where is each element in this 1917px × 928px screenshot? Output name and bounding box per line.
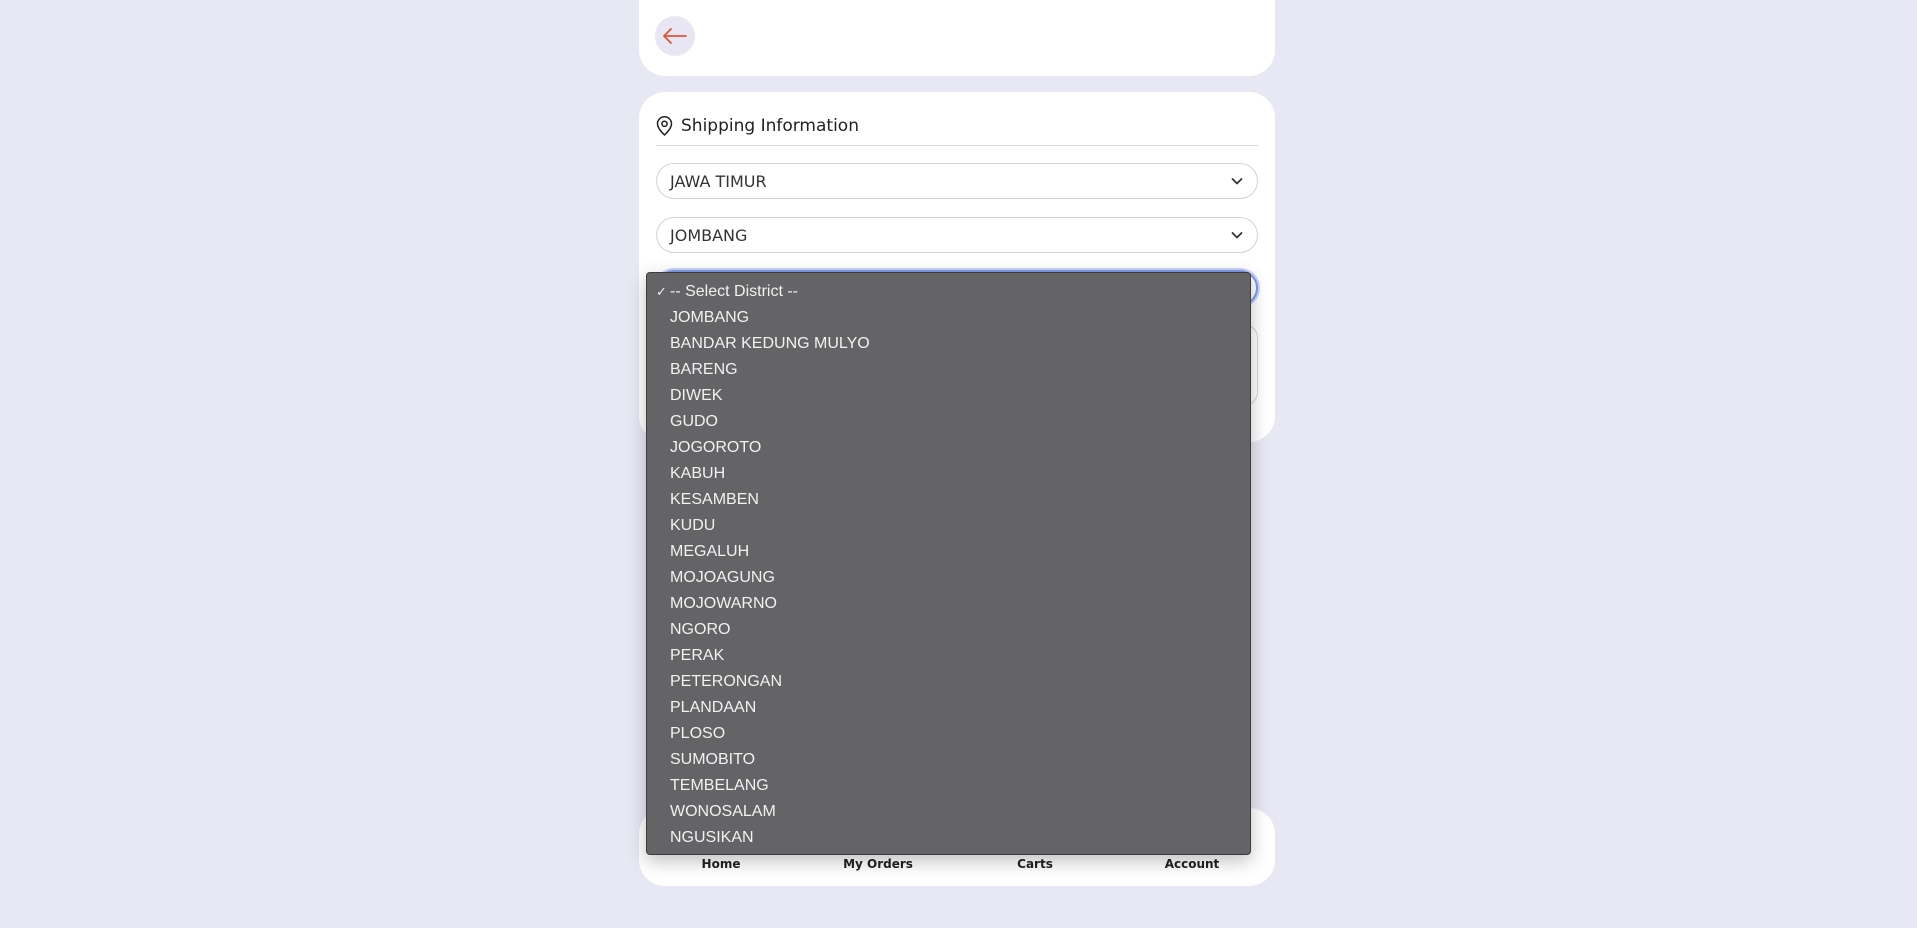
shipping-header: Shipping Information	[656, 106, 1258, 146]
district-option[interactable]: GUDO	[647, 409, 1250, 435]
district-option[interactable]: JOGOROTO	[647, 435, 1250, 461]
district-dropdown-list[interactable]: ✓ -- Select District -- JOMBANG BANDAR K…	[646, 272, 1251, 855]
chevron-down-icon	[1231, 178, 1243, 185]
district-option[interactable]: DIWEK	[647, 383, 1250, 409]
chevron-down-icon	[1231, 232, 1243, 239]
divider	[656, 145, 1258, 146]
district-option[interactable]: SUMOBITO	[647, 747, 1250, 773]
district-option[interactable]: PLOSO	[647, 721, 1250, 747]
back-button[interactable]	[655, 16, 695, 56]
district-option[interactable]: NGUSIKAN	[647, 825, 1250, 851]
district-option[interactable]: MEGALUH	[647, 539, 1250, 565]
option-label: -- Select District --	[670, 283, 798, 300]
province-select[interactable]: JAWA TIMUR	[656, 163, 1258, 199]
province-value: JAWA TIMUR	[670, 171, 767, 191]
nav-carts[interactable]: Carts	[1017, 857, 1053, 871]
nav-home[interactable]: Home	[702, 857, 741, 871]
nav-account[interactable]: Account	[1165, 857, 1220, 871]
header-card	[639, 0, 1275, 76]
district-option[interactable]: PLANDAAN	[647, 695, 1250, 721]
district-option[interactable]: BANDAR KEDUNG MULYO	[647, 331, 1250, 357]
shipping-title: Shipping Information	[681, 116, 859, 136]
district-option[interactable]: MOJOWARNO	[647, 591, 1250, 617]
district-option[interactable]: NGORO	[647, 617, 1250, 643]
city-value: JOMBANG	[670, 225, 748, 245]
city-select[interactable]: JOMBANG	[656, 217, 1258, 253]
district-option-placeholder[interactable]: ✓ -- Select District --	[647, 279, 1250, 305]
map-pin-icon	[656, 116, 673, 136]
district-option[interactable]: KESAMBEN	[647, 487, 1250, 513]
district-option[interactable]: KUDU	[647, 513, 1250, 539]
district-option[interactable]: JOMBANG	[647, 305, 1250, 331]
district-option[interactable]: BARENG	[647, 357, 1250, 383]
check-icon: ✓	[656, 284, 667, 299]
district-option[interactable]: MOJOAGUNG	[647, 565, 1250, 591]
nav-my-orders[interactable]: My Orders	[843, 857, 913, 871]
arrow-left-icon	[663, 28, 687, 44]
district-option[interactable]: PETERONGAN	[647, 669, 1250, 695]
district-option[interactable]: KABUH	[647, 461, 1250, 487]
district-option[interactable]: WONOSALAM	[647, 799, 1250, 825]
district-option[interactable]: PERAK	[647, 643, 1250, 669]
district-option[interactable]: TEMBELANG	[647, 773, 1250, 799]
